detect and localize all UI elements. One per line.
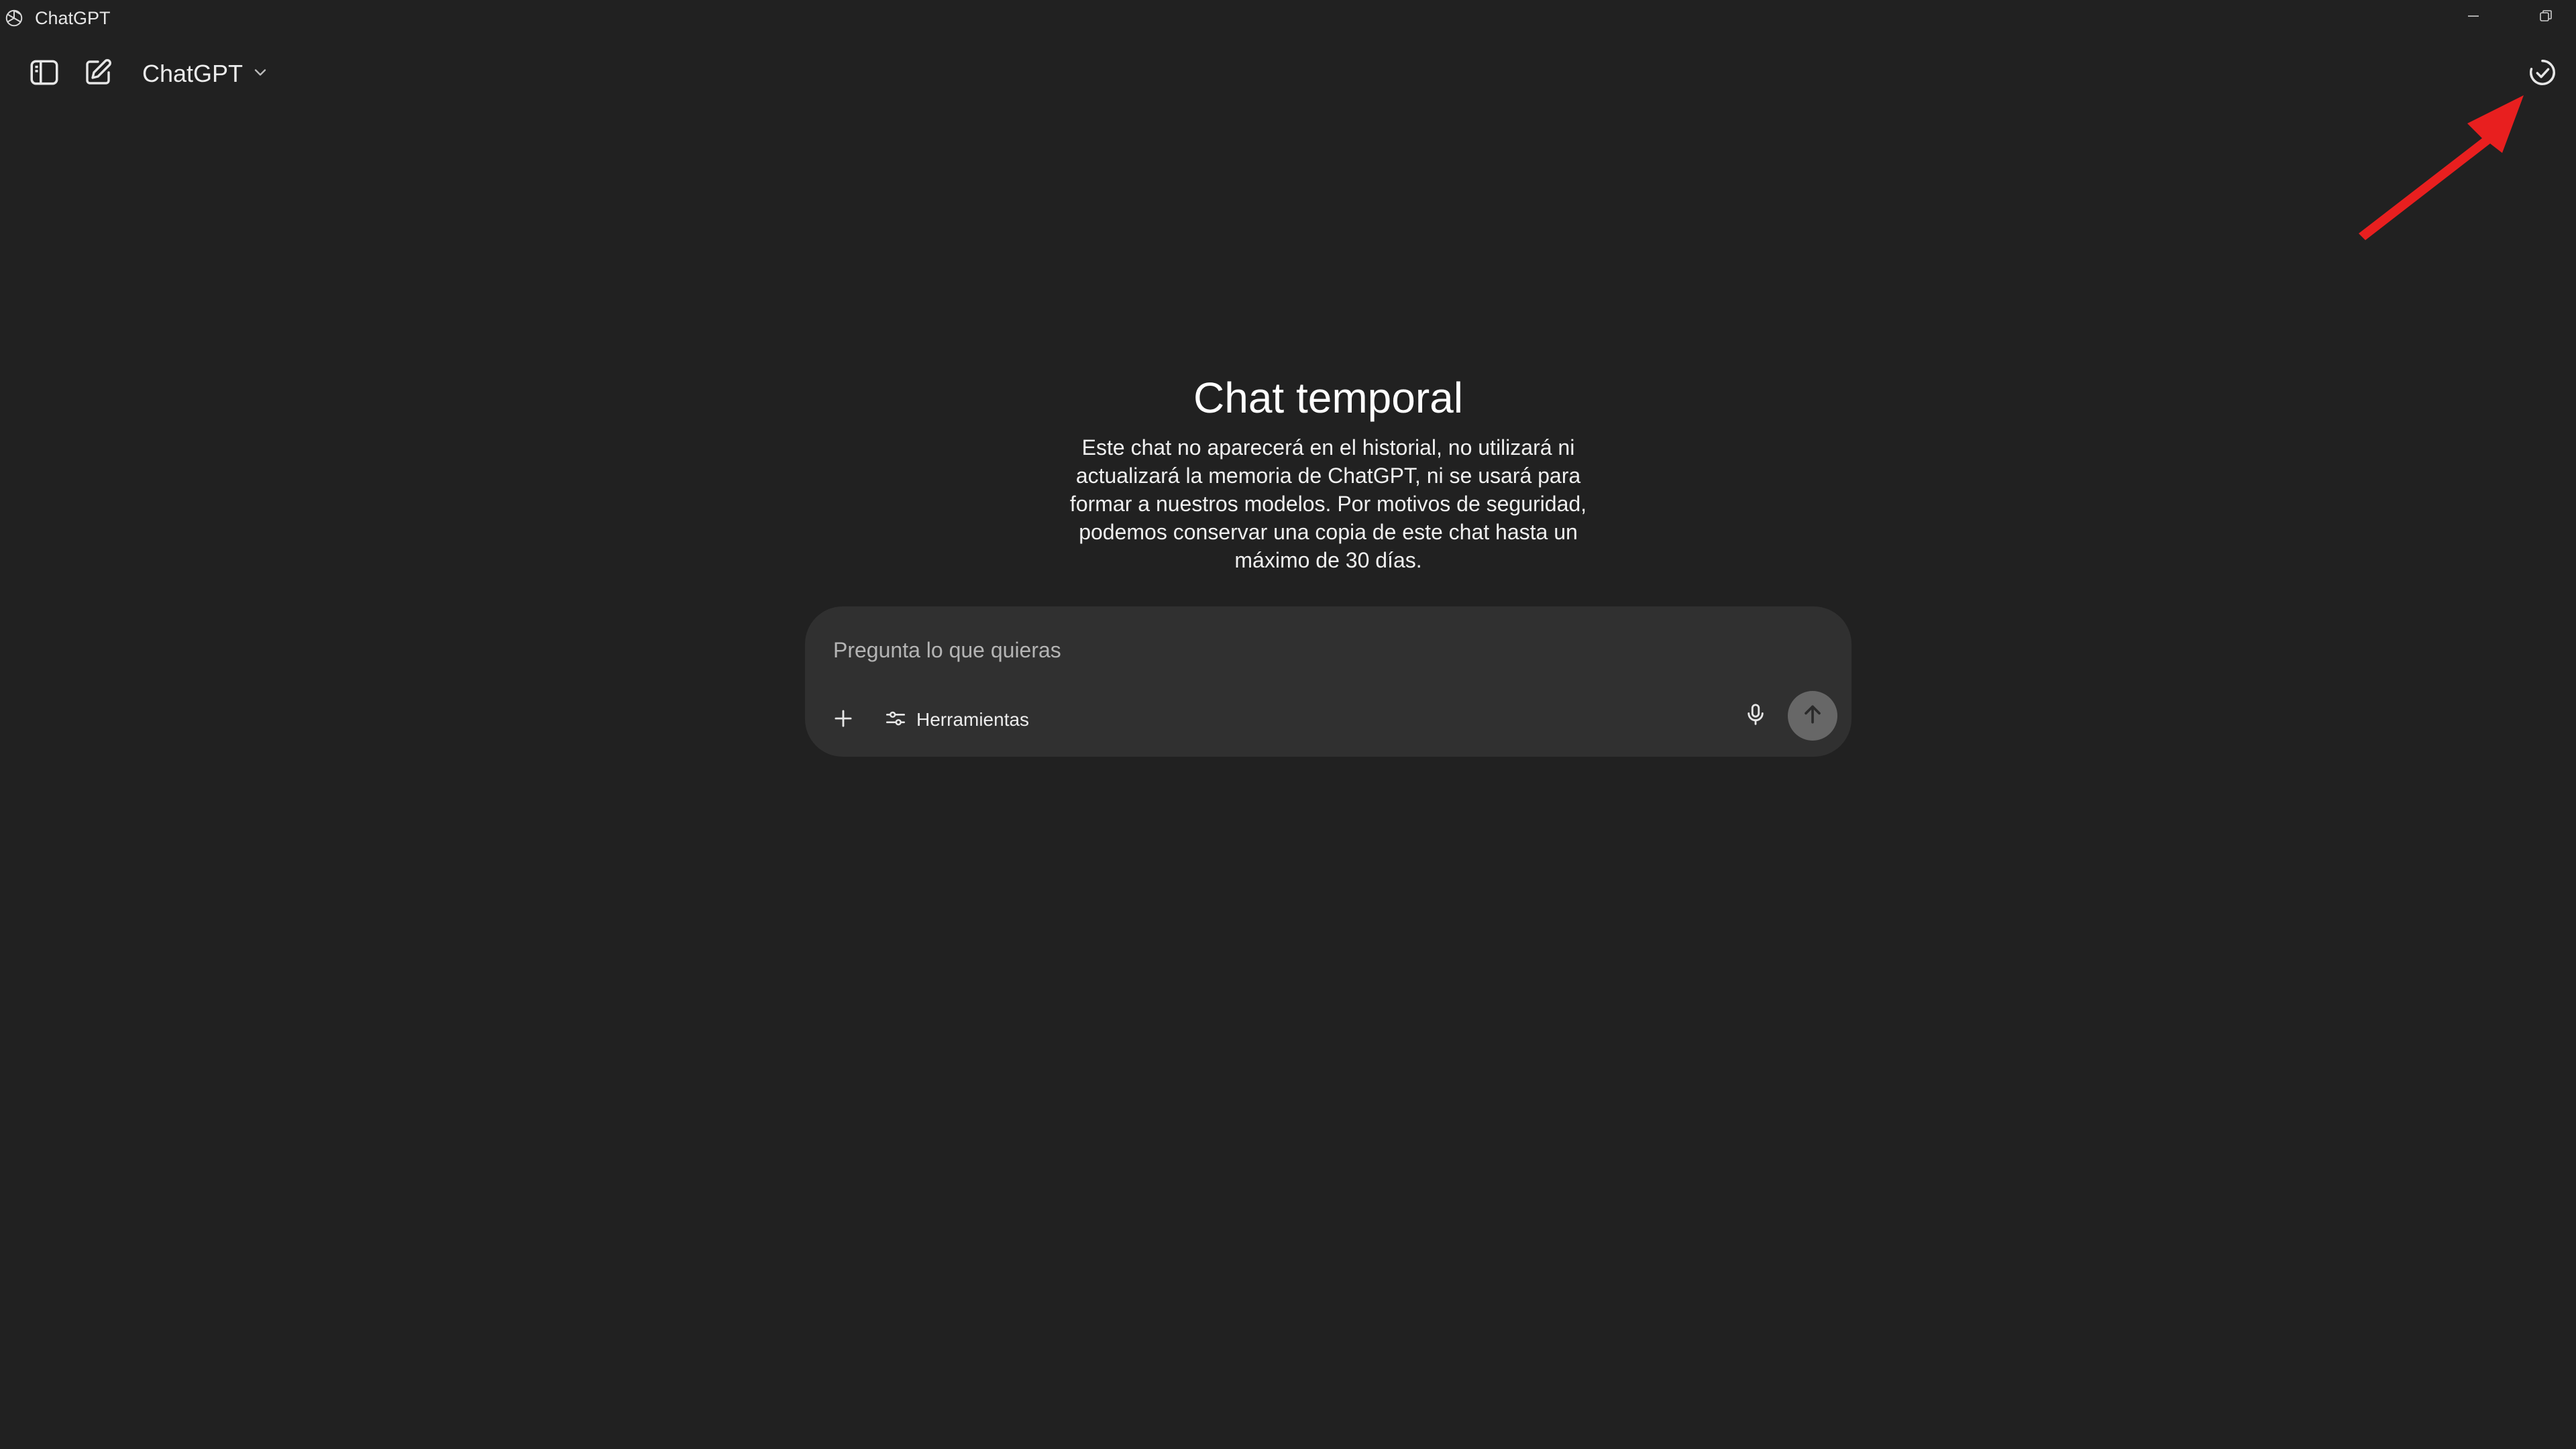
new-chat-button[interactable]	[76, 52, 119, 95]
arrow-up-icon	[1799, 701, 1826, 731]
sliders-icon	[884, 707, 907, 733]
send-button[interactable]	[1788, 691, 1837, 741]
new-chat-icon	[82, 56, 114, 92]
window-titlebar: ChatGPT	[0, 0, 2576, 35]
message-composer: Herramientas	[805, 606, 1851, 757]
sidebar-toggle-button[interactable]	[23, 52, 66, 95]
minimize-icon	[2465, 8, 2481, 28]
temporary-chat-description: Este chat no aparecerá en el historial, …	[1069, 435, 1587, 572]
chevron-down-icon	[251, 63, 270, 85]
prompt-input[interactable]	[832, 627, 1771, 674]
window-title: ChatGPT	[35, 8, 111, 28]
minimize-button[interactable]	[2443, 0, 2504, 35]
openai-logo-icon	[3, 7, 25, 30]
restore-button[interactable]	[2516, 0, 2576, 35]
voice-input-button[interactable]	[1735, 695, 1776, 737]
page-title: Chat temporal	[1193, 374, 1463, 422]
model-label: ChatGPT	[142, 60, 244, 87]
sidebar-toggle-icon	[28, 56, 61, 93]
plus-icon	[830, 706, 856, 735]
model-switcher[interactable]: ChatGPT	[134, 54, 278, 94]
microphone-icon	[1743, 702, 1768, 731]
tools-label: Herramientas	[916, 709, 1030, 730]
restore-icon	[2538, 8, 2554, 28]
tools-button[interactable]: Herramientas	[872, 699, 1041, 741]
add-attachment-button[interactable]	[822, 699, 864, 741]
annotation-arrow	[2359, 95, 2524, 240]
temporary-chat-hero: Chat temporal Este chat no aparecerá en …	[993, 369, 1664, 574]
